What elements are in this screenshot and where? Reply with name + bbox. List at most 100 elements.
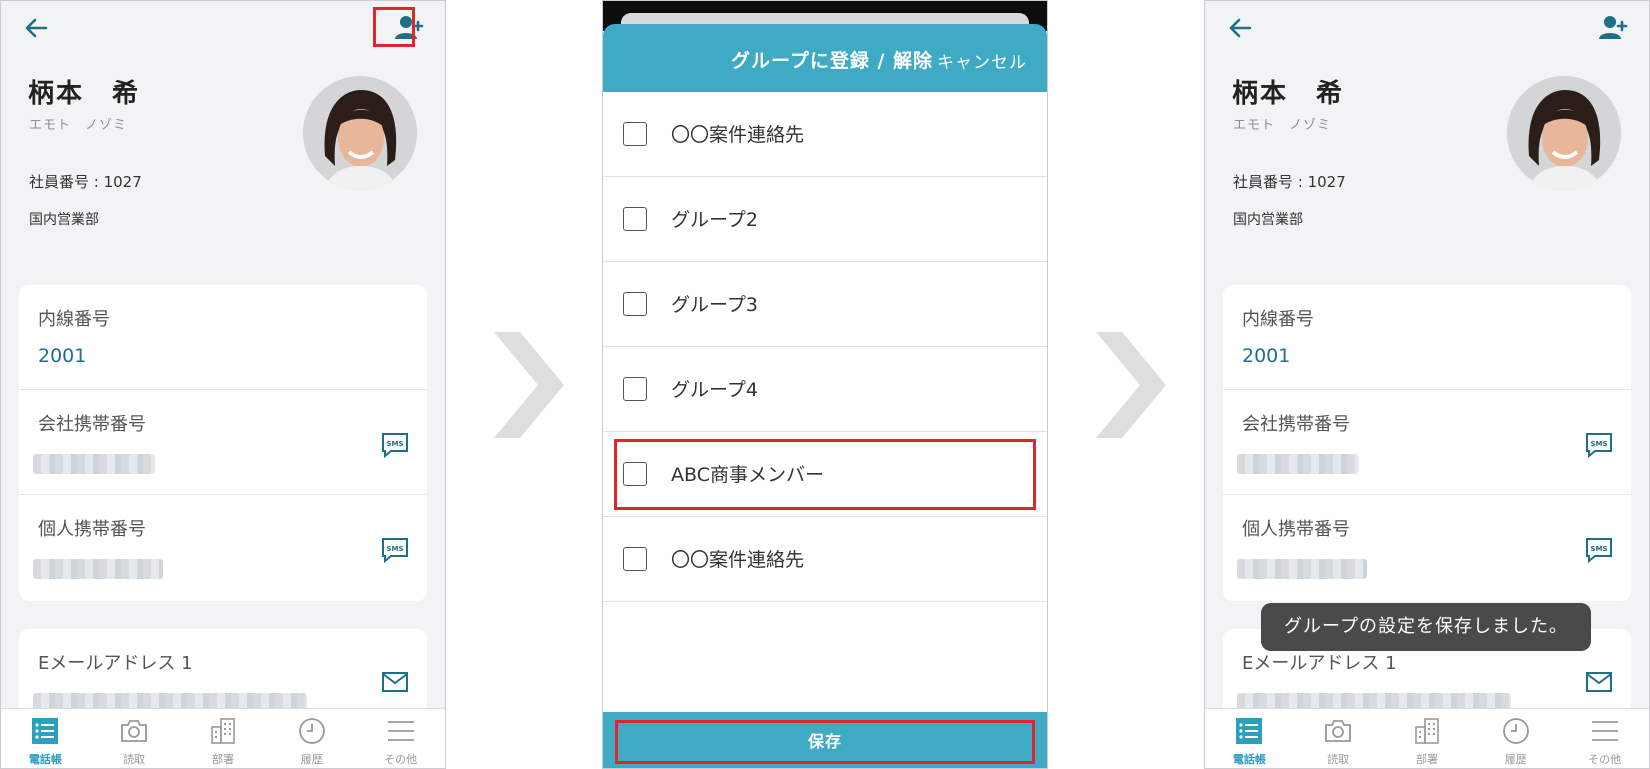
avatar (1507, 76, 1621, 190)
personal-mobile-value-redacted (33, 559, 163, 579)
company-mobile-value-redacted (33, 454, 155, 474)
top-bar (1, 1, 445, 53)
group-checkbox[interactable] (623, 377, 647, 401)
avatar (303, 76, 417, 190)
tab-label: 電話帳 (28, 753, 62, 766)
group-label: グループ4 (671, 379, 758, 401)
tab-label: 電話帳 (1232, 753, 1266, 766)
contact-name: 柄本 希 (1232, 79, 1345, 109)
extension-label: 内線番号 (1242, 309, 1314, 330)
tab-history[interactable]: 履歴 (1471, 709, 1560, 768)
list-item[interactable]: 〇〇案件連絡先 (603, 92, 1047, 177)
tab-label: 履歴 (1504, 753, 1527, 766)
company-mobile-row[interactable]: 会社携帯番号 SMS (1223, 390, 1631, 495)
group-checkbox[interactable] (623, 122, 647, 146)
tab-label: その他 (384, 753, 418, 766)
group-checkbox[interactable] (623, 292, 647, 316)
mail-icon[interactable] (381, 671, 409, 693)
tab-other[interactable]: その他 (356, 709, 445, 768)
mail-icon[interactable] (1585, 671, 1613, 693)
extension-row[interactable]: 内線番号 2001 (1223, 285, 1631, 390)
list-item[interactable]: グループ3 (603, 262, 1047, 347)
tab-scan[interactable]: 読取 (90, 709, 179, 768)
tab-label: 読取 (1327, 753, 1350, 766)
save-bar: 保存 (603, 712, 1047, 768)
company-mobile-value-redacted (1237, 454, 1359, 474)
tab-label: 部署 (211, 753, 234, 766)
svg-text:SMS: SMS (386, 440, 403, 448)
back-arrow-icon[interactable] (1225, 13, 1255, 43)
contact-name: 柄本 希 (28, 79, 141, 109)
back-arrow-icon[interactable] (21, 13, 51, 43)
svg-text:SMS: SMS (1590, 545, 1607, 553)
extension-label: 内線番号 (38, 309, 110, 330)
company-mobile-row[interactable]: 会社携帯番号 SMS (19, 390, 427, 495)
group-checkbox[interactable] (623, 547, 647, 571)
tutorial-stage: 柄本 希 エモト ノゾミ 社員番号 : 1027 国内営業部 内線番号 2001… (0, 0, 1650, 769)
menu-icon (387, 721, 414, 741)
step-arrow-icon (1096, 332, 1166, 438)
list-item[interactable]: グループ2 (603, 177, 1047, 262)
tab-other[interactable]: その他 (1560, 709, 1649, 768)
top-bar (1205, 1, 1649, 53)
clock-icon (298, 718, 325, 744)
group-list: 〇〇案件連絡先 グループ2 グループ3 グループ4 ABC商事メンバー 〇〇案件… (603, 92, 1047, 602)
extension-row[interactable]: 内線番号 2001 (19, 285, 427, 390)
tab-phonebook[interactable]: 電話帳 (1205, 709, 1294, 768)
extension-value[interactable]: 2001 (38, 345, 86, 367)
contact-detail-screen-after: 柄本 希 エモト ノゾミ 社員番号 : 1027 国内営業部 内線番号 2001… (1204, 0, 1650, 769)
tab-label: 履歴 (300, 753, 323, 766)
sms-icon[interactable]: SMS (1585, 432, 1613, 458)
svg-text:SMS: SMS (386, 545, 403, 553)
email1-label: Eメールアドレス 1 (1242, 653, 1397, 674)
cancel-button[interactable]: キャンセル (937, 48, 1027, 73)
add-to-group-icon[interactable] (1597, 13, 1631, 43)
tab-history[interactable]: 履歴 (267, 709, 356, 768)
tab-department[interactable]: 部署 (1383, 709, 1472, 768)
group-label: グループ2 (671, 209, 758, 231)
tab-department[interactable]: 部署 (179, 709, 268, 768)
personal-mobile-row[interactable]: 個人携帯番号 SMS (1223, 495, 1631, 600)
personal-mobile-value-redacted (1237, 559, 1367, 579)
department: 国内営業部 (1233, 212, 1303, 228)
tab-label: 部署 (1415, 753, 1438, 766)
group-label: 〇〇案件連絡先 (671, 549, 805, 571)
tab-phonebook[interactable]: 電話帳 (1, 709, 90, 768)
personal-mobile-label: 個人携帯番号 (1242, 519, 1350, 540)
employee-number: 社員番号 : 1027 (1233, 173, 1346, 191)
contact-name-kana: エモト ノゾミ (29, 118, 128, 133)
toast-message: グループの設定を保存しました。 (1261, 603, 1591, 651)
camera-icon (1325, 720, 1352, 742)
sms-icon[interactable]: SMS (381, 537, 409, 563)
menu-icon (1591, 721, 1618, 741)
tab-label: 読取 (123, 753, 146, 766)
group-checkbox[interactable] (623, 207, 647, 231)
email1-label: Eメールアドレス 1 (38, 653, 193, 674)
modal-title: グループに登録 / 解除 (731, 50, 934, 72)
personal-mobile-label: 個人携帯番号 (38, 519, 146, 540)
svg-text:SMS: SMS (1590, 440, 1607, 448)
extension-value[interactable]: 2001 (1242, 345, 1290, 367)
group-register-modal-screen: グループに登録 / 解除 キャンセル 〇〇案件連絡先 グループ2 グループ3 グ… (602, 0, 1048, 769)
tab-scan[interactable]: 読取 (1294, 709, 1383, 768)
save-button[interactable]: 保存 (615, 720, 1035, 764)
contact-detail-screen-before: 柄本 希 エモト ノゾミ 社員番号 : 1027 国内営業部 内線番号 2001… (0, 0, 446, 769)
sms-icon[interactable]: SMS (381, 432, 409, 458)
department: 国内営業部 (29, 212, 99, 228)
modal-header: グループに登録 / 解除 キャンセル (603, 24, 1047, 92)
building-icon (1415, 718, 1439, 744)
phone-numbers-card: 内線番号 2001 会社携帯番号 SMS 個人携帯番号 SMS (1223, 285, 1631, 601)
list-item[interactable]: グループ4 (603, 347, 1047, 432)
tab-label: その他 (1588, 753, 1622, 766)
highlight-selected-group (614, 439, 1036, 510)
personal-mobile-row[interactable]: 個人携帯番号 SMS (19, 495, 427, 600)
group-label: グループ3 (671, 294, 758, 316)
company-mobile-label: 会社携帯番号 (1242, 414, 1350, 435)
phonebook-icon (32, 718, 59, 744)
clock-icon (1502, 718, 1529, 744)
list-item[interactable]: 〇〇案件連絡先 (603, 517, 1047, 602)
list-item[interactable]: ABC商事メンバー (603, 432, 1047, 517)
building-icon (211, 718, 235, 744)
phone-numbers-card: 内線番号 2001 会社携帯番号 SMS 個人携帯番号 SMS (19, 285, 427, 601)
sms-icon[interactable]: SMS (1585, 537, 1613, 563)
